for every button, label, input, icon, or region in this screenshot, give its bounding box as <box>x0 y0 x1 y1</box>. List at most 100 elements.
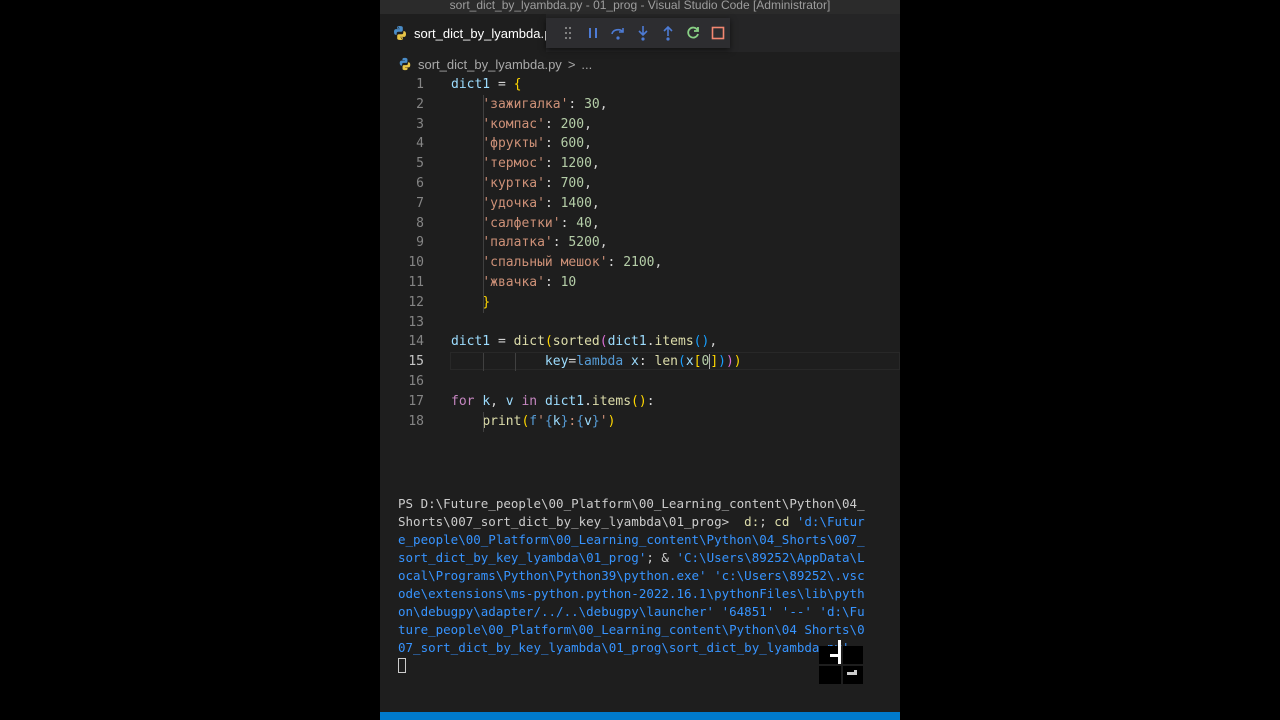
python-icon <box>399 57 411 71</box>
code-text: 'зажигалка': 30, <box>451 95 607 115</box>
code-line[interactable]: 7 'удочка': 1400, <box>380 194 900 214</box>
code-token: { <box>544 413 553 429</box>
breadcrumb-separator: > <box>567 56 576 72</box>
terminal-text: on\debugpy\adapter/../..\debugpy\launche… <box>398 604 865 619</box>
step-into-icon[interactable] <box>631 18 656 48</box>
code-line[interactable]: 15 key=lambda x: len(x[0]))) <box>380 352 900 372</box>
pause-icon[interactable] <box>581 18 606 48</box>
drag-handle-icon[interactable] <box>556 18 581 48</box>
code-token: . <box>584 393 592 409</box>
restart-icon[interactable] <box>680 18 705 48</box>
terminal-text: 07_sort_dict_by_key_lyambda\01_prog\sort… <box>398 640 850 655</box>
code-token: : <box>544 176 561 191</box>
code-line[interactable]: 2 'зажигалка': 30, <box>380 95 900 115</box>
line-number: 6 <box>416 176 424 191</box>
terminal-line: ture_people\00_Platform\00_Learning_cont… <box>398 621 865 639</box>
line-number: 17 <box>408 393 424 409</box>
terminal-line: ocal\Programs\Python\Python39\python.exe… <box>398 567 865 585</box>
line-number: 14 <box>408 334 424 350</box>
code-token: 10 <box>560 275 577 290</box>
code-text: key=lambda x: len(x[0]))) <box>451 352 742 372</box>
code-token: , <box>599 235 608 251</box>
code-line[interactable]: 3 'компас': 200, <box>380 115 900 135</box>
terminal-line: Shorts\007_sort_dict_by_key_lyambda\01_p… <box>398 513 865 531</box>
code-text: for k, v in dict1.items(): <box>451 392 655 412</box>
terminal-text: PS D:\Future_people\00_Platform\00_Learn… <box>398 496 865 511</box>
line-number: 9 <box>416 235 424 251</box>
code-token: 700 <box>560 176 585 191</box>
terminal-text: e_people\00_Platform\00_Learning_content… <box>398 532 865 547</box>
breadcrumb: sort_dict_by_lyambda.py > ... <box>380 54 900 74</box>
code-token: , <box>584 116 592 132</box>
code-line[interactable]: 1 dict1 = { <box>380 75 900 95</box>
breadcrumb-more[interactable]: ... <box>581 57 592 72</box>
terminal-text: ture_people\00_Platform\00_Learning_cont… <box>398 622 865 637</box>
code-token: : <box>568 96 585 112</box>
terminal-line: sort_dict_by_key_lyambda\01_prog'; & 'C:… <box>398 549 865 567</box>
code-token: ' <box>537 413 545 429</box>
code-line[interactable]: 10 'спальный мешок': 2100, <box>380 253 900 273</box>
code-token: : <box>544 156 561 172</box>
code-token: 'куртка' <box>482 176 545 191</box>
code-line[interactable]: 16 <box>380 372 900 392</box>
code-line[interactable]: 9 'палатка': 5200, <box>380 233 900 253</box>
code-line[interactable]: 12 } <box>380 293 900 313</box>
terminal-text: 'C:\Users\89252\AppData\L <box>676 550 865 565</box>
code-token: ( <box>599 334 608 350</box>
code-token: lambda <box>576 354 624 370</box>
terminal-text: 'd:\Futur <box>789 514 865 529</box>
code-token: () <box>631 393 647 409</box>
code-line[interactable]: 11 'жвачка': 10 <box>380 273 900 293</box>
code-line[interactable]: 5 'термос': 1200, <box>380 154 900 174</box>
code-token: : <box>544 195 561 211</box>
code-line[interactable]: 4 'фрукты': 600, <box>380 134 900 154</box>
code-token: 1200 <box>560 156 592 172</box>
code-token: v <box>505 393 514 409</box>
code-token: items <box>654 334 694 350</box>
code-line[interactable]: 8 'салфетки': 40, <box>380 214 900 234</box>
code-line[interactable]: 17 for k, v in dict1.items(): <box>380 392 900 412</box>
terminal-text: Shorts\007_sort_dict_by_key_lyambda\01_p… <box>398 514 737 529</box>
code-token: k <box>552 413 561 429</box>
line-number: 16 <box>408 374 424 389</box>
terminal-text: cd <box>774 514 790 529</box>
line-number: 12 <box>408 294 424 310</box>
line-number: 5 <box>416 156 424 172</box>
terminal-line: 07_sort_dict_by_key_lyambda\01_prog\sort… <box>398 639 850 657</box>
code-token: , <box>709 334 718 350</box>
code-line[interactable]: 13 <box>380 313 900 333</box>
code-token: 40 <box>576 215 592 231</box>
code-line[interactable]: 18 print(f'{k}:{v}') <box>380 412 900 432</box>
code-token: . <box>646 334 655 350</box>
terminal-line: ode\extensions\ms-python.python-2022.16.… <box>398 585 865 603</box>
stop-icon[interactable] <box>705 18 730 48</box>
code-token: len <box>654 354 678 370</box>
code-line[interactable]: 6 'куртка': 700, <box>380 174 900 194</box>
code-token: : <box>607 255 624 271</box>
code-token: ) <box>725 354 734 370</box>
code-token: , <box>490 393 506 409</box>
code-token: ) <box>733 354 742 370</box>
code-token: : <box>544 136 561 152</box>
line-number: 2 <box>416 96 424 112</box>
code-token: x <box>685 354 694 370</box>
tab-sort-dict-file[interactable]: sort_dict_by_lyambda.py <box>380 14 546 52</box>
terminal-panel[interactable]: 07_sort_dict_by_key_lyambda\01_prog\sort… <box>380 455 900 712</box>
code-token: key <box>544 354 569 370</box>
code-editor[interactable]: 1 dict1 = {2 'зажигалка': 30, 3 'компас': … <box>380 75 900 445</box>
step-over-icon[interactable] <box>606 18 631 48</box>
step-out-icon[interactable] <box>655 18 680 48</box>
code-token: k <box>482 393 491 409</box>
breadcrumb-file[interactable]: sort_dict_by_lyambda.py <box>418 57 562 72</box>
code-token: print <box>482 413 522 429</box>
code-token: : <box>544 116 561 132</box>
code-token: sorted <box>552 334 600 350</box>
code-line[interactable]: 14 dict1 = dict(sorted(dict1.items(), <box>380 332 900 352</box>
code-token: dict1 <box>544 393 585 409</box>
debug-toolbar <box>546 18 730 48</box>
code-token: : <box>560 215 577 231</box>
